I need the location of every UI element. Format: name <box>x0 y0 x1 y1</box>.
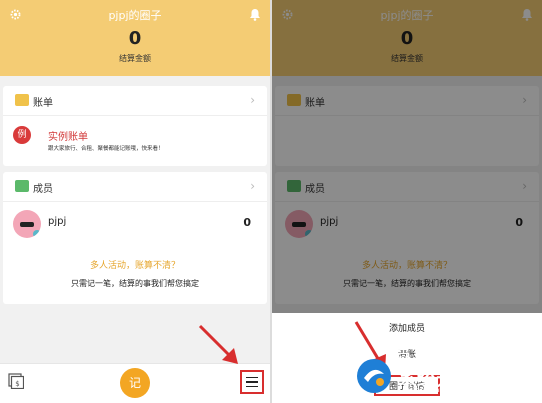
example-bill-desc: 跟大家旅行、合租、聚餐都能记账哦，快来看！ <box>48 146 164 152</box>
bill-icon <box>15 94 29 106</box>
chevron-right-icon: › <box>250 179 255 193</box>
watermark-domain-text: XiTongTianDi.net <box>406 386 465 394</box>
bill-section-header[interactable]: 账单 › <box>3 86 267 116</box>
bill-section-label: 账单 <box>33 98 53 109</box>
watermark: 当下软件园 系统天地 XiTongTianDi.net <box>352 340 537 400</box>
menu-line <box>246 381 258 383</box>
menu-button[interactable] <box>240 370 264 394</box>
chevron-right-icon: › <box>250 93 255 107</box>
member-amount: 0 <box>243 216 251 229</box>
circle-header: pjpj的圈子 0 结算金额 <box>0 0 270 76</box>
avatar-badge <box>33 230 41 238</box>
svg-text:$: $ <box>15 380 19 388</box>
promo-desc: 只需记一笔，结算的事我们帮您搞定 <box>71 279 199 288</box>
example-bill-title[interactable]: 实例账单 <box>48 128 88 143</box>
menu-line <box>246 385 258 388</box>
member-name: pjpj <box>48 216 67 227</box>
menu-line <box>246 376 258 379</box>
record-button[interactable]: 记 <box>120 368 150 398</box>
members-card: 成员 › pjpj 0 多人活动，账算不清？ 只需记一笔，结算的事我们帮您搞定 <box>3 172 267 304</box>
phone-screen-main: pjpj的圈子 0 结算金额 账单 › 例 实例账单 跟大家旅行、合租、聚餐都能… <box>0 0 270 403</box>
example-badge: 例 <box>13 126 31 144</box>
members-section-header[interactable]: 成员 › <box>3 172 267 202</box>
menu-item-add-member[interactable]: 添加成员 <box>272 321 542 334</box>
settlement-amount: 0 <box>128 28 142 49</box>
avatar-glasses <box>20 222 34 227</box>
members-icon <box>15 180 29 192</box>
circle-title: pjpj的圈子 <box>108 9 162 22</box>
calculator-icon[interactable]: $ <box>8 373 24 389</box>
bell-icon[interactable] <box>249 8 261 21</box>
red-arrow-icon <box>198 324 238 364</box>
avatar[interactable] <box>13 210 41 238</box>
members-section-label: 成员 <box>33 184 53 195</box>
watermark-logo-icon <box>357 359 391 393</box>
bottom-toolbar: $ 记 <box>0 363 270 403</box>
screenshot-stage: pjpj的圈子 0 结算金额 账单 › 例 实例账单 跟大家旅行、合租、聚餐都能… <box>0 0 542 403</box>
settlement-amount-label: 结算金额 <box>119 54 151 63</box>
watermark-site-text: 当下软件园 <box>396 346 477 364</box>
promo-title: 多人活动，账算不清？ <box>89 261 180 271</box>
bill-card: 账单 › 例 实例账单 跟大家旅行、合租、聚餐都能记账哦，快来看！ <box>3 86 267 166</box>
